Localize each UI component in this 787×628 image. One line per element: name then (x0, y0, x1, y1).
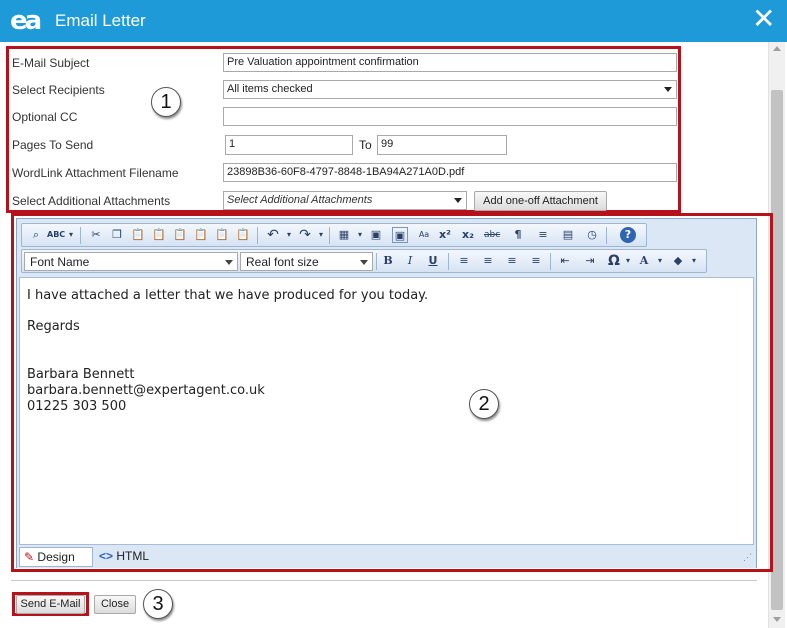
body-line-2: Regards (27, 319, 80, 334)
pages-to-input[interactable]: 99 (377, 135, 507, 155)
filename-label: WordLink Attachment Filename (12, 166, 179, 180)
rich-text-editor: ⌕ ABC ▾ ✂ ❐ 📋 📋 📋 📋 📋 📋 ↶ ▾ ↷ ▾ ▦ ▾ ▣ ▣ … (16, 218, 757, 568)
spellcheck-dropdown-icon[interactable]: ▾ (63, 227, 79, 243)
cc-input[interactable] (223, 107, 677, 126)
paste-icon[interactable]: 📋 (130, 227, 146, 243)
title-bar: ea Email Letter ✕ (0, 0, 787, 42)
find-replace-icon[interactable]: ⌕ (28, 227, 44, 243)
scroll-up-arrow-icon[interactable] (773, 46, 781, 51)
align-center-icon[interactable]: ≡ (480, 253, 496, 269)
signature-phone: 01225 303 500 (27, 399, 127, 414)
recipients-select[interactable]: All items checked (223, 80, 677, 99)
font-name-value: Font Name (30, 255, 90, 269)
attachments-placeholder: Select Additional Attachments (227, 194, 373, 206)
highlight-dropdown-icon[interactable]: ▾ (686, 253, 702, 269)
callout-2: 2 (469, 389, 499, 419)
table-icon[interactable]: ▦ (336, 227, 352, 243)
tab-design-label: Design (37, 550, 75, 564)
pages-to-label: To (359, 138, 372, 152)
footer-divider (11, 580, 757, 581)
symbol-dropdown-icon[interactable]: ▾ (620, 253, 636, 269)
window-title: Email Letter (55, 11, 146, 30)
editor-content-area[interactable]: I have attached a letter that we have pr… (19, 277, 754, 545)
paste-word-icon[interactable]: 📋 (172, 227, 188, 243)
editor-toolbar-primary: ⌕ ABC ▾ ✂ ❐ 📋 📋 📋 📋 📋 📋 ↶ ▾ ↷ ▾ ▦ ▾ ▣ ▣ … (21, 223, 647, 247)
ea-logo: ea (10, 6, 42, 36)
redo-dropdown-icon[interactable]: ▾ (313, 227, 329, 243)
subject-input[interactable]: Pre Valuation appointment confirmation (223, 53, 677, 72)
pages-label: Pages To Send (12, 138, 94, 152)
add-oneoff-attachment-button[interactable]: Add one-off Attachment (474, 191, 607, 211)
chevron-down-icon (360, 260, 368, 265)
attachments-label: Select Additional Attachments (12, 194, 171, 208)
filename-input[interactable]: 23898B36-60F8-4797-8848-1BA94A271A0D.pdf (223, 163, 677, 182)
italic-icon[interactable]: I (402, 253, 418, 269)
editor-toolbar-format: Font Name Real font size B I U ≡ ≡ ≡ ≡ ⇤… (21, 249, 707, 273)
subject-label: E-Mail Subject (12, 56, 90, 70)
form-icon[interactable]: ▤ (560, 227, 576, 243)
close-button[interactable]: Close (94, 595, 136, 614)
paste-html-icon[interactable]: 📋 (193, 227, 209, 243)
image-icon[interactable]: ▣ (368, 227, 384, 243)
clock-icon[interactable]: ◷ (584, 227, 600, 243)
underline-icon[interactable]: U (425, 253, 441, 269)
outdent-icon[interactable]: ⇤ (557, 253, 573, 269)
paste-format-icon[interactable]: 📋 (235, 227, 251, 243)
highlight-color-icon[interactable]: ◆ (670, 253, 686, 269)
spellcheck-icon[interactable]: ABC (47, 227, 65, 243)
align-left-icon[interactable]: ≡ (456, 253, 472, 269)
signature-name: Barbara Bennett (27, 367, 135, 382)
indent-icon[interactable]: ⇥ (582, 253, 598, 269)
resize-grip-icon[interactable]: ⋰ (743, 552, 752, 563)
font-color-icon[interactable]: A (636, 253, 652, 269)
callout-3: 3 (143, 589, 173, 619)
chevron-down-icon (454, 198, 462, 203)
bold-icon[interactable]: B (380, 253, 396, 269)
undo-icon[interactable]: ↶ (265, 227, 281, 243)
help-icon[interactable]: ? (620, 227, 636, 243)
strikethrough-icon[interactable]: abc (484, 227, 500, 243)
font-size-select[interactable]: Real font size (240, 252, 373, 271)
signature-email: barbara.bennett@expertagent.co.uk (27, 383, 265, 398)
close-icon[interactable]: ✕ (752, 5, 775, 33)
chevron-down-icon (225, 260, 233, 265)
font-name-select[interactable]: Font Name (24, 252, 238, 271)
recipients-value: All items checked (227, 83, 313, 95)
editor-mode-bar: ✎ Design <> HTML ⋰ (17, 546, 756, 568)
font-color-dropdown-icon[interactable]: ▾ (652, 253, 668, 269)
font-size-value: Real font size (246, 255, 319, 269)
paragraph-icon[interactable]: ¶ (510, 227, 526, 243)
cut-icon[interactable]: ✂ (88, 227, 104, 243)
tab-design[interactable]: ✎ Design (19, 547, 93, 567)
paste-plain-icon[interactable]: 📋 (151, 227, 167, 243)
body-line-1: I have attached a letter that we have pr… (27, 288, 429, 303)
align-icon[interactable]: ≡ (535, 227, 551, 243)
tab-html-label: HTML (116, 549, 150, 563)
undo-dropdown-icon[interactable]: ▾ (281, 227, 297, 243)
chevron-down-icon (664, 87, 672, 92)
pages-from-input[interactable]: 1 (225, 135, 353, 155)
align-right-icon[interactable]: ≡ (504, 253, 520, 269)
code-icon: <> (99, 549, 114, 563)
subscript-icon[interactable]: x₂ (460, 227, 476, 243)
paste-clean-icon[interactable]: 📋 (214, 227, 230, 243)
justify-icon[interactable]: ≡ (528, 253, 544, 269)
recipients-label: Select Recipients (12, 83, 105, 97)
redo-icon[interactable]: ↷ (297, 227, 313, 243)
table-dropdown-icon[interactable]: ▾ (352, 227, 368, 243)
pencil-icon: ✎ (24, 550, 35, 564)
send-email-button[interactable]: Send E-Mail (16, 595, 85, 614)
tab-html[interactable]: <> HTML (99, 549, 149, 563)
image-manager-icon[interactable]: ▣ (392, 227, 408, 243)
superscript-icon[interactable]: x² (437, 227, 453, 243)
document-icon[interactable]: Aa (416, 227, 432, 243)
copy-icon[interactable]: ❐ (109, 227, 125, 243)
scroll-down-arrow-icon[interactable] (773, 617, 781, 622)
callout-1: 1 (151, 87, 181, 117)
cc-label: Optional CC (12, 110, 78, 124)
attachments-select[interactable]: Select Additional Attachments (223, 191, 467, 210)
